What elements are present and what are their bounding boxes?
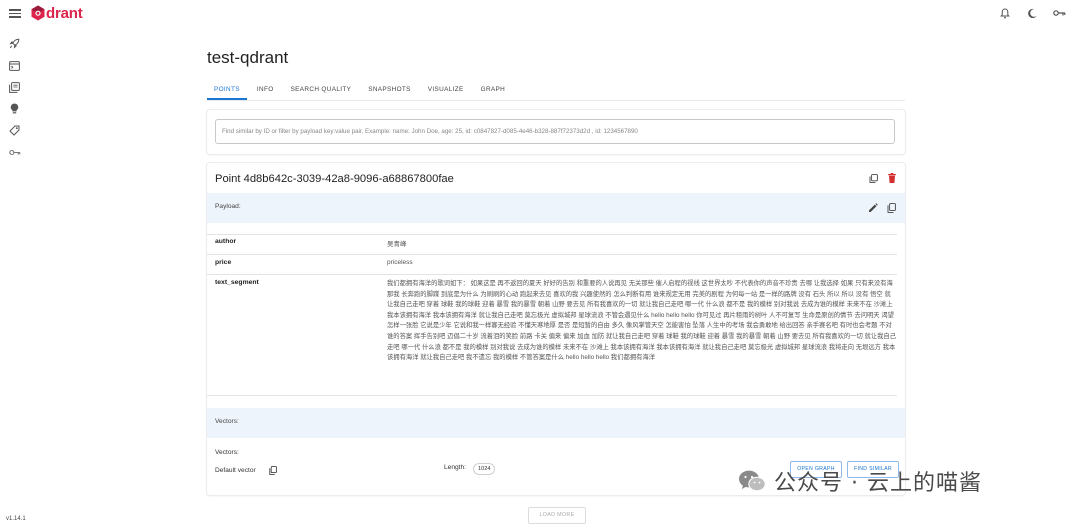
qdrant-logo[interactable]: drant — [31, 4, 83, 22]
vectors-label: Vectors: — [215, 418, 239, 425]
edit-icon[interactable] — [868, 203, 878, 213]
payload-value: priceless — [387, 259, 413, 266]
vector-length-label: Length: — [444, 464, 466, 471]
load-more-button[interactable]: LOAD MORE — [528, 507, 586, 524]
copy-payload-icon[interactable] — [887, 203, 896, 213]
vector-name: Default vector — [215, 467, 256, 474]
lightbulb-icon[interactable] — [8, 102, 21, 115]
api-key-icon[interactable] — [8, 146, 21, 159]
top-bar: drant — [0, 0, 1080, 26]
collections-icon[interactable] — [8, 81, 21, 94]
payload-value: 吴青峰 — [387, 241, 407, 248]
point-card: Point 4d8b642c-3039-42a8-9096-a68867800f… — [207, 163, 905, 495]
tabs-divider — [207, 100, 905, 101]
watermark-text: 公众号 · 云上的喵酱 — [774, 471, 982, 496]
moon-icon[interactable] — [1025, 6, 1039, 20]
copy-id-icon[interactable] — [869, 174, 878, 183]
vector-length-chip: 1024 — [473, 463, 496, 475]
watermark: 公众号 · 云上的喵酱 — [738, 466, 982, 496]
payload-divider — [207, 274, 897, 275]
payload-divider — [207, 395, 897, 396]
bell-icon[interactable] — [998, 6, 1012, 20]
logo-text: drant — [46, 4, 83, 22]
tab-graph[interactable]: GRAPH — [481, 84, 505, 100]
page-title: test-qdrant — [207, 48, 289, 67]
rocket-icon[interactable] — [8, 37, 21, 50]
payload-key: text_segment — [215, 279, 259, 286]
collection-tabs: POINTS INFO SEARCH QUALITY SNAPSHOTS VIS… — [207, 84, 522, 100]
copy-vector-icon[interactable] — [269, 466, 277, 475]
vectors-header: Vectors: — [207, 408, 905, 438]
sidebar: v1.14.1 — [0, 26, 28, 525]
tab-search-quality[interactable]: SEARCH QUALITY — [291, 84, 352, 100]
console-icon[interactable] — [8, 59, 21, 72]
wechat-icon — [739, 470, 766, 492]
version-label: v1.14.1 — [6, 516, 26, 522]
payload-key: author — [215, 238, 237, 245]
tab-snapshots[interactable]: SNAPSHOTS — [368, 84, 411, 100]
payload-key: price — [215, 259, 232, 266]
point-title: Point 4d8b642c-3039-42a8-9096-a68867800f… — [215, 173, 454, 185]
tab-visualize[interactable]: VISUALIZE — [428, 84, 464, 100]
tab-points[interactable]: POINTS — [207, 84, 247, 100]
key-icon[interactable] — [1052, 6, 1066, 20]
qdrant-logo-icon — [31, 5, 45, 21]
datasets-icon[interactable] — [8, 124, 21, 137]
menu-icon[interactable] — [9, 7, 21, 19]
search-card: Find similar by ID or filter by payload … — [207, 110, 905, 154]
payload-value: 我们都拥有海洋的歌词如下： 如果这是 再不返回的夏天 好好的告别 和重要的人说再… — [387, 280, 897, 362]
payload-header: Payload: — [207, 193, 905, 223]
payload-divider — [207, 234, 897, 235]
payload-label: Payload: — [215, 203, 241, 210]
tab-info[interactable]: INFO — [257, 84, 274, 100]
delete-icon[interactable] — [888, 173, 896, 183]
payload-divider — [207, 254, 897, 255]
vectors-sub-label: Vectors: — [215, 449, 239, 456]
search-input[interactable]: Find similar by ID or filter by payload … — [215, 119, 895, 144]
